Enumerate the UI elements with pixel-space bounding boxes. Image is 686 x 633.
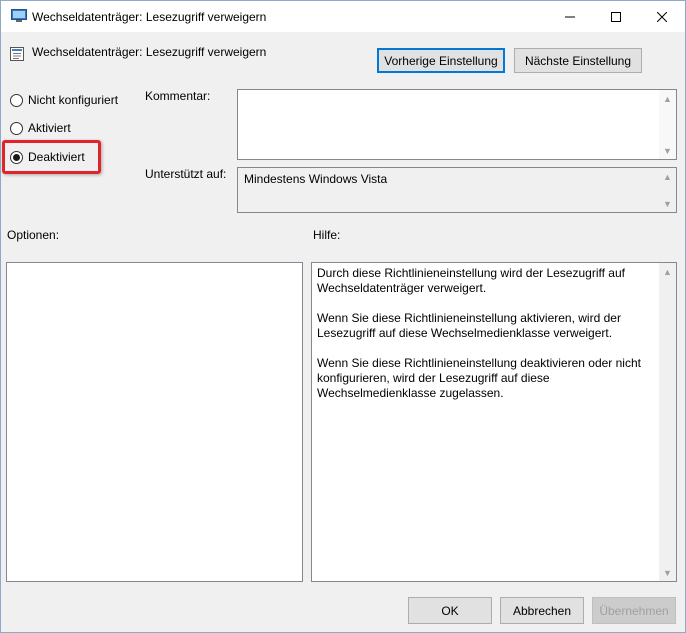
scroll-up-icon[interactable]: ▲ xyxy=(662,93,673,104)
comment-textarea[interactable]: ▲ ▼ xyxy=(237,89,677,160)
radio-label: Deaktiviert xyxy=(28,150,85,164)
scroll-down-icon[interactable]: ▼ xyxy=(662,198,673,209)
scroll-up-icon[interactable]: ▲ xyxy=(662,171,673,182)
comment-label: Kommentar: xyxy=(145,89,211,103)
apply-button[interactable]: Übernehmen xyxy=(592,597,676,624)
comment-scrollbar[interactable]: ▲ ▼ xyxy=(659,90,676,159)
maximize-icon xyxy=(611,11,621,22)
help-panel: Durch diese Richtlinieneinstellung wird … xyxy=(311,262,677,582)
previous-setting-button[interactable]: Vorherige Einstellung xyxy=(377,48,505,73)
help-scrollbar[interactable]: ▲ ▼ xyxy=(659,263,676,581)
supported-scrollbar[interactable]: ▲ ▼ xyxy=(659,168,676,212)
supported-on-field: Mindestens Windows Vista ▲ ▼ xyxy=(237,167,677,213)
radio-not-configured[interactable]: Nicht konfiguriert xyxy=(10,91,118,109)
radio-indicator xyxy=(10,93,23,107)
radio-label: Aktiviert xyxy=(28,121,71,135)
radio-label: Nicht konfiguriert xyxy=(28,93,119,107)
close-icon xyxy=(657,11,667,22)
radio-indicator-selected xyxy=(10,150,23,164)
help-label: Hilfe: xyxy=(313,228,341,242)
help-text: Durch diese Richtlinieneinstellung wird … xyxy=(317,266,652,416)
next-setting-button[interactable]: Nächste Einstellung xyxy=(514,48,642,73)
options-label: Optionen: xyxy=(7,228,60,242)
radio-enabled[interactable]: Aktiviert xyxy=(10,119,71,137)
scroll-down-icon[interactable]: ▼ xyxy=(662,567,673,578)
maximize-button[interactable] xyxy=(593,1,639,32)
ok-button[interactable]: OK xyxy=(408,597,492,624)
radio-disabled[interactable]: Deaktiviert xyxy=(10,148,85,166)
window-title: Wechseldatenträger: Lesezugriff verweige… xyxy=(32,10,267,24)
scroll-down-icon[interactable]: ▼ xyxy=(662,145,673,156)
close-button[interactable] xyxy=(639,1,685,32)
minimize-icon xyxy=(565,16,575,17)
scroll-up-icon[interactable]: ▲ xyxy=(662,266,673,277)
radio-indicator xyxy=(10,121,23,135)
options-panel xyxy=(6,262,303,582)
help-paragraph: Wenn Sie diese Richtlinieneinstellung de… xyxy=(317,356,641,400)
help-paragraph: Wenn Sie diese Richtlinieneinstellung ak… xyxy=(317,311,621,340)
title-bar: Wechseldatenträger: Lesezugriff verweige… xyxy=(1,1,685,32)
policy-dialog: Wechseldatenträger: Lesezugriff verweige… xyxy=(0,0,686,633)
help-paragraph: Durch diese Richtlinieneinstellung wird … xyxy=(317,266,625,295)
setting-title: Wechseldatenträger: Lesezugriff verweige… xyxy=(32,45,267,59)
minimize-button[interactable] xyxy=(547,1,593,32)
cancel-button[interactable]: Abbrechen xyxy=(500,597,584,624)
supported-on-label: Unterstützt auf: xyxy=(145,167,227,181)
policy-setting-icon xyxy=(9,46,25,62)
supported-on-value: Mindestens Windows Vista xyxy=(244,172,388,186)
policy-app-icon xyxy=(11,9,27,23)
